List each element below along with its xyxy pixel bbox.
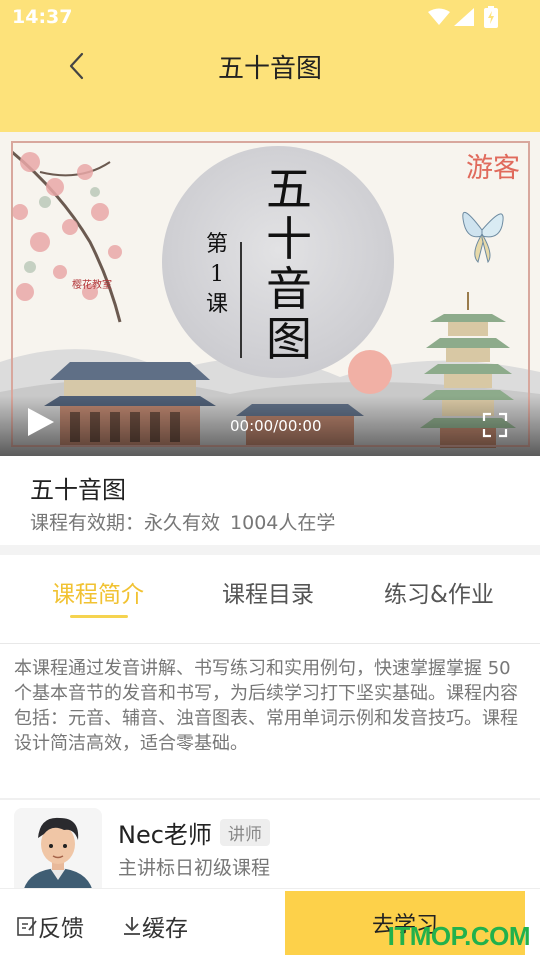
divider	[0, 798, 540, 800]
wifi-icon	[428, 8, 450, 25]
play-icon	[28, 408, 54, 436]
site-watermark: ITMOP.COM	[387, 921, 531, 951]
course-learners: 1004人在学	[230, 512, 336, 534]
role-badge: 讲师	[219, 819, 270, 846]
teacher-avatar	[14, 808, 102, 896]
cache-button[interactable]: 缓存	[122, 909, 188, 943]
bottom-bar: 反馈 缓存 去学习 ITMOP.COM	[0, 888, 540, 960]
video-title: 五十音图	[266, 162, 312, 366]
teacher-name: Nec老师	[118, 821, 212, 849]
tab-intro[interactable]: 课程简介	[52, 575, 144, 609]
status-time: 14:37	[12, 6, 73, 28]
tab-catalog[interactable]: 课程目录	[222, 575, 314, 609]
course-name: 五十音图	[30, 476, 126, 504]
teacher-name-row: Nec老师 讲师	[118, 815, 270, 850]
cache-label: 缓存	[142, 916, 188, 942]
time-readout: 00:00/00:00	[230, 417, 322, 435]
section-gap	[0, 545, 540, 555]
tab-exercises[interactable]: 练习&作业	[384, 575, 494, 609]
feedback-button[interactable]: 反馈	[16, 909, 84, 943]
teacher-description: 主讲标日初级课程	[118, 857, 271, 879]
course-validity: 课程有效期：永久有效	[30, 512, 221, 534]
tab-bar: 课程简介 课程目录 练习&作业	[0, 555, 540, 644]
status-bar: 14:37	[0, 0, 540, 34]
seal-logo: 樱花教室	[72, 280, 112, 291]
header: 14:37 五十音图	[0, 0, 540, 132]
fullscreen-icon	[482, 412, 508, 438]
course-intro: 本课程通过发音讲解、书写练习和实用例句，快速掌握掌握 50 个基本音节的发音和书…	[14, 658, 518, 754]
fullscreen-button[interactable]	[482, 412, 508, 442]
course-meta: 课程有效期：永久有效 1004人在学	[30, 508, 335, 535]
tab-active-indicator	[70, 615, 128, 618]
teacher-avatar-image	[14, 808, 102, 896]
download-icon	[124, 917, 140, 935]
signal-icon	[454, 8, 474, 26]
feedback-icon	[17, 917, 37, 936]
page-title: 五十音图	[217, 54, 322, 84]
lesson-label: 第1课	[205, 232, 228, 317]
video-player[interactable]: 五十音图 第1课 樱花教室 游客 00:00/00:00	[0, 132, 540, 456]
battery-icon	[484, 6, 498, 28]
title-divider	[240, 242, 242, 358]
play-button[interactable]	[26, 406, 56, 442]
guest-badge: 游客	[466, 153, 520, 184]
feedback-label: 反馈	[38, 916, 84, 942]
